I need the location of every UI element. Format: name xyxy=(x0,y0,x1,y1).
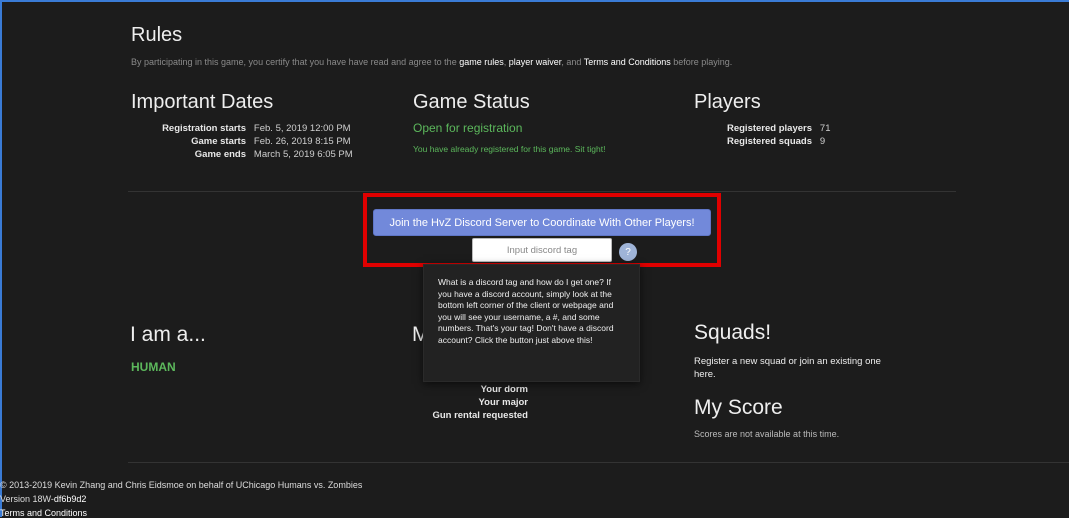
players-title: Players xyxy=(694,91,761,113)
important-dates-title: Important Dates xyxy=(131,91,274,113)
rules-text-before: By participating in this game, you certi… xyxy=(131,57,457,67)
date-value: Feb. 26, 2019 8:15 PM xyxy=(253,136,351,147)
players-label: Registered squads xyxy=(727,136,812,147)
section-divider xyxy=(128,191,956,192)
players-list: Registered players 71 Registered squads … xyxy=(700,122,831,148)
window-top-border xyxy=(0,0,1069,2)
date-label: Game starts xyxy=(191,136,246,147)
players-row: Registered players 71 xyxy=(700,122,831,135)
my-info-list: Your dorm Your major Gun rental requeste… xyxy=(400,383,528,422)
help-icon[interactable]: ? xyxy=(619,243,637,261)
my-info-row: Gun rental requested xyxy=(432,410,528,421)
rules-sep2: , and xyxy=(561,57,582,67)
game-status-value: Open for registration xyxy=(413,121,523,135)
version-label: Version 18W- xyxy=(0,494,54,504)
discord-tag-input[interactable] xyxy=(472,238,612,262)
registration-note: You have already registered for this gam… xyxy=(413,144,606,154)
version-hash-link[interactable]: df6b9d2 xyxy=(54,494,87,504)
squads-text[interactable]: Register a new squad or join an existing… xyxy=(694,355,894,381)
rules-text-after: before playing. xyxy=(673,57,733,67)
footer-divider xyxy=(128,462,1069,463)
terms-link[interactable]: Terms and Conditions xyxy=(584,57,671,67)
date-label: Game ends xyxy=(194,149,246,160)
date-label: Registration starts xyxy=(162,123,246,134)
score-text: Scores are not available at this time. xyxy=(694,429,840,439)
squads-title: Squads! xyxy=(694,321,772,344)
player-waiver-link[interactable]: player waiver xyxy=(509,57,562,67)
players-value: 71 xyxy=(819,123,831,134)
players-value: 9 xyxy=(819,136,826,147)
join-discord-button[interactable]: Join the HvZ Discord Server to Coordinat… xyxy=(373,209,711,236)
role-badge: HUMAN xyxy=(131,360,176,374)
my-score-title: My Score xyxy=(694,396,783,419)
players-row: Registered squads 9 xyxy=(700,135,831,148)
discord-help-tooltip: What is a discord tag and how do I get o… xyxy=(423,264,640,382)
date-row: Game ends March 5, 2019 6:05 PM xyxy=(150,148,353,161)
rules-title: Rules xyxy=(131,24,183,46)
date-row: Registration starts Feb. 5, 2019 12:00 P… xyxy=(150,122,353,135)
date-value: Feb. 5, 2019 12:00 PM xyxy=(253,123,351,134)
my-info-row: Your dorm xyxy=(480,384,528,395)
footer-version: Version 18W-df6b9d2 xyxy=(0,494,86,504)
players-label: Registered players xyxy=(726,123,812,134)
footer-copyright: © 2013-2019 Kevin Zhang and Chris Eidsmo… xyxy=(0,480,363,490)
rules-sep1: , xyxy=(503,57,507,67)
date-value: March 5, 2019 6:05 PM xyxy=(253,149,353,160)
dates-list: Registration starts Feb. 5, 2019 12:00 P… xyxy=(150,122,353,161)
date-row: Game starts Feb. 26, 2019 8:15 PM xyxy=(150,135,353,148)
iam-title: I am a... xyxy=(130,323,206,346)
game-status-title: Game Status xyxy=(413,91,530,113)
game-rules-link[interactable]: game rules xyxy=(459,57,504,67)
rules-text: By participating in this game, you certi… xyxy=(131,57,732,67)
window-left-border xyxy=(0,0,2,517)
my-info-row: Your major xyxy=(478,397,528,408)
